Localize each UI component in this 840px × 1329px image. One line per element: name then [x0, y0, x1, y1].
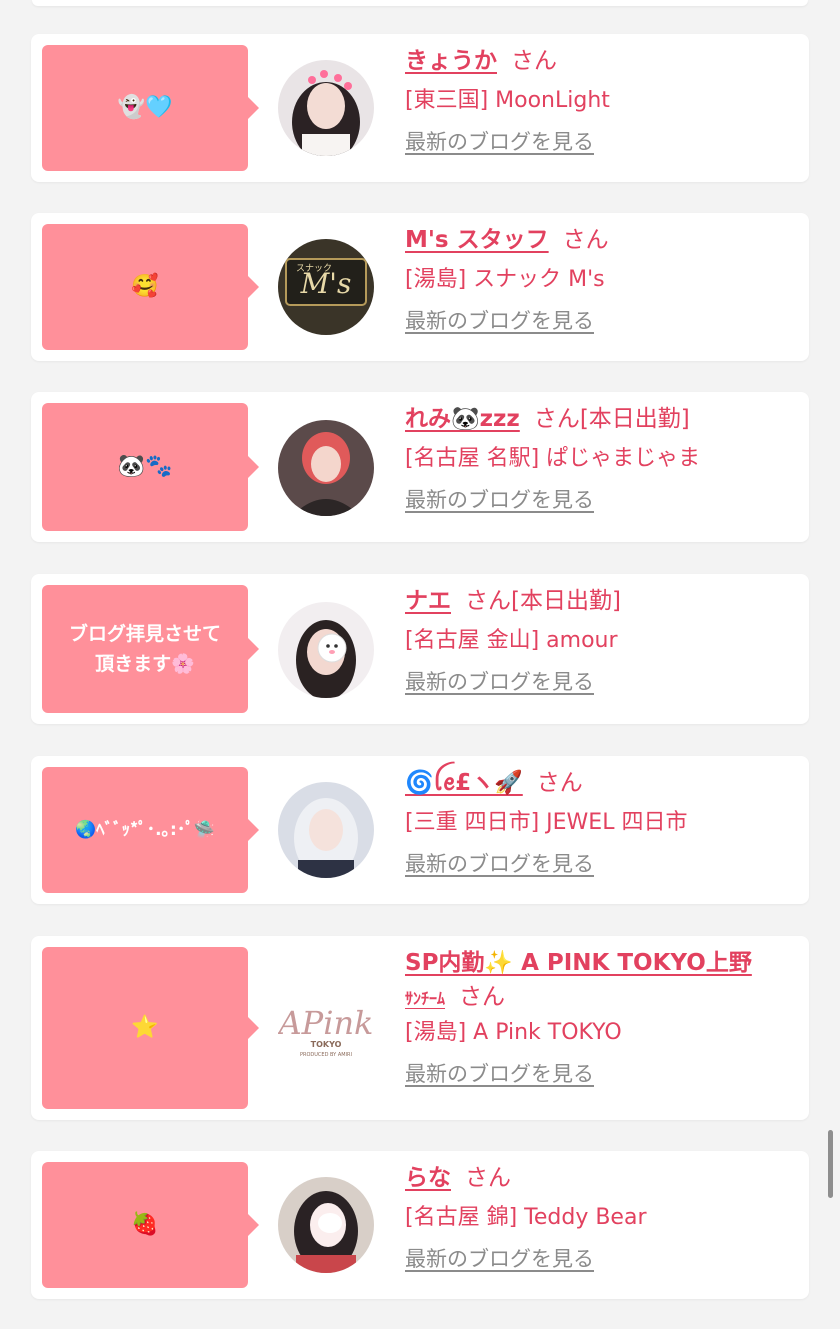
san-label: さん — [533, 406, 580, 432]
name-line: M's スタッフ さん — [405, 223, 795, 257]
shop-name: [三重 四日市] JEWEL 四日市 — [405, 810, 688, 835]
latest-blog-link[interactable]: 最新のブログを見る — [405, 126, 594, 158]
blog-card: 🌏ﾍﾞﾞｯ*ﾟ･.｡:･ﾟ🛸 🌀ꪶꫀ£ヽ🚀 さん [三重 四日市] JEWEL 四… — [31, 756, 809, 904]
avatar[interactable]: M's スナック — [278, 239, 374, 335]
blog-card: 🐼🐾 れみ🐼zzz さん[本日出勤] [名古屋 名駅] ぱじゃまじゃま 最新のブロ… — [31, 392, 809, 542]
blog-card: 🍓 らな さん [名古屋 錦] Teddy Bear 最新のブログを見る — [31, 1151, 809, 1299]
comment-bubble: ブログ拝見させて 頂きます🌸 — [42, 585, 259, 713]
svg-text:APink: APink — [278, 1004, 373, 1042]
latest-blog-link[interactable]: 最新のブログを見る — [405, 1058, 594, 1090]
comment-bubble: 🍓 — [42, 1162, 259, 1288]
name-line: 🌀ꪶꫀ£ヽ🚀 さん — [405, 766, 795, 800]
comment-text: ブログ拝見させて 頂きます🌸 — [68, 623, 221, 675]
comment-text: 🐼🐾 — [117, 454, 173, 479]
avatar[interactable]: APink TOKYO PRODUCED BY AMIRI — [278, 980, 374, 1076]
shop-name: [湯島] A Pink TOKYO — [405, 1020, 622, 1045]
san-label: さん — [465, 588, 511, 614]
comment-bubble: 👻🩵 — [42, 45, 259, 171]
previous-card-edge — [32, 0, 808, 6]
shop-name: [名古屋 錦] Teddy Bear — [405, 1205, 647, 1230]
avatar[interactable] — [278, 602, 374, 698]
name-line: SP内勤✨ A PINK TOKYO上野 — [405, 946, 795, 980]
latest-blog-link[interactable]: 最新のブログを見る — [405, 666, 594, 698]
comment-text: ⭐ — [131, 1015, 159, 1040]
comment-bubble: 🐼🐾 — [42, 403, 259, 531]
cast-name-link-continued[interactable]: ｻﾝﾁｰﾑ — [405, 989, 445, 1008]
avatar[interactable] — [278, 782, 374, 878]
comment-bubble: ⭐ — [42, 947, 259, 1109]
cast-info: M's スタッフ さん [湯島] スナック M's 最新のブログを見る — [405, 223, 795, 337]
work-status: [本日出勤] — [579, 406, 690, 432]
san-label: さん — [562, 227, 609, 253]
comment-text: 🥰 — [131, 274, 159, 299]
comment-bubble: 🥰 — [42, 224, 259, 350]
name-line: ナエ さん[本日出勤] — [405, 584, 795, 618]
name-line: きょうか さん — [405, 44, 795, 78]
cast-info: 🌀ꪶꫀ£ヽ🚀 さん [三重 四日市] JEWEL 四日市 最新のブログを見る — [405, 766, 795, 880]
blog-card: 🥰 M's スナック M's スタッフ さん [湯島] スナック M's 最新のブ… — [31, 213, 809, 361]
latest-blog-link[interactable]: 最新のブログを見る — [405, 484, 594, 516]
svg-text:スナック: スナック — [296, 263, 332, 274]
blog-card: 👻🩵 きょうか さん [東三国] MoonLight 最新のブログを見る — [31, 34, 809, 182]
comment-bubble: 🌏ﾍﾞﾞｯ*ﾟ･.｡:･ﾟ🛸 — [42, 767, 259, 893]
cast-name-link[interactable]: きょうか — [405, 48, 497, 74]
latest-blog-link[interactable]: 最新のブログを見る — [405, 848, 594, 880]
cast-name-link[interactable]: 🌀ꪶꫀ£ヽ🚀 — [405, 770, 523, 796]
shop-name: [東三国] MoonLight — [405, 88, 610, 113]
cast-name-link[interactable]: M's スタッフ — [405, 227, 549, 253]
avatar[interactable] — [278, 420, 374, 516]
avatar[interactable] — [278, 60, 374, 156]
latest-blog-link[interactable]: 最新のブログを見る — [405, 1243, 594, 1275]
scrollbar-thumb[interactable] — [828, 1130, 833, 1198]
blog-card: ⭐ APink TOKYO PRODUCED BY AMIRI SP内勤✨ A … — [31, 936, 809, 1120]
name-line: れみ🐼zzz さん[本日出勤] — [405, 402, 795, 436]
san-label: さん — [536, 770, 583, 796]
shop-name: [名古屋 名駅] ぱじゃまじゃま — [405, 446, 701, 471]
san-label: さん — [459, 984, 506, 1010]
cast-name-link[interactable]: ナエ — [405, 588, 451, 614]
work-status: [本日出勤] — [511, 588, 621, 614]
shop-name: [名古屋 金山] amour — [405, 628, 618, 653]
cast-info: れみ🐼zzz さん[本日出勤] [名古屋 名駅] ぱじゃまじゃま 最新のブログを見… — [405, 402, 795, 516]
san-label: さん — [511, 48, 557, 74]
blog-card: ブログ拝見させて 頂きます🌸 ナエ さん[本日出勤] [名古屋 金山] amour… — [31, 574, 809, 724]
cast-info: ナエ さん[本日出勤] [名古屋 金山] amour 最新のブログを見る — [405, 584, 795, 698]
cast-info: らな さん [名古屋 錦] Teddy Bear 最新のブログを見る — [405, 1161, 795, 1275]
svg-text:TOKYO: TOKYO — [311, 1040, 342, 1049]
svg-text:PRODUCED BY AMIRI: PRODUCED BY AMIRI — [300, 1052, 352, 1058]
cast-info: きょうか さん [東三国] MoonLight 最新のブログを見る — [405, 44, 795, 158]
comment-text: 🌏ﾍﾞﾞｯ*ﾟ･.｡:･ﾟ🛸 — [74, 820, 216, 840]
cast-info: SP内勤✨ A PINK TOKYO上野 ｻﾝﾁｰﾑ さん [湯島] A Pink… — [405, 946, 795, 1090]
avatar[interactable] — [278, 1177, 374, 1273]
cast-name-link[interactable]: らな — [405, 1165, 451, 1191]
latest-blog-link[interactable]: 最新のブログを見る — [405, 305, 594, 337]
name-line: らな さん — [405, 1161, 795, 1195]
comment-text: 👻🩵 — [117, 95, 173, 120]
san-label: さん — [465, 1165, 511, 1191]
shop-name: [湯島] スナック M's — [405, 267, 605, 292]
comment-text: 🍓 — [131, 1212, 159, 1237]
cast-name-link[interactable]: SP内勤✨ A PINK TOKYO上野 — [405, 950, 752, 976]
cast-name-link[interactable]: れみ🐼zzz — [405, 406, 520, 432]
name-line-2: ｻﾝﾁｰﾑ さん — [405, 980, 795, 1016]
